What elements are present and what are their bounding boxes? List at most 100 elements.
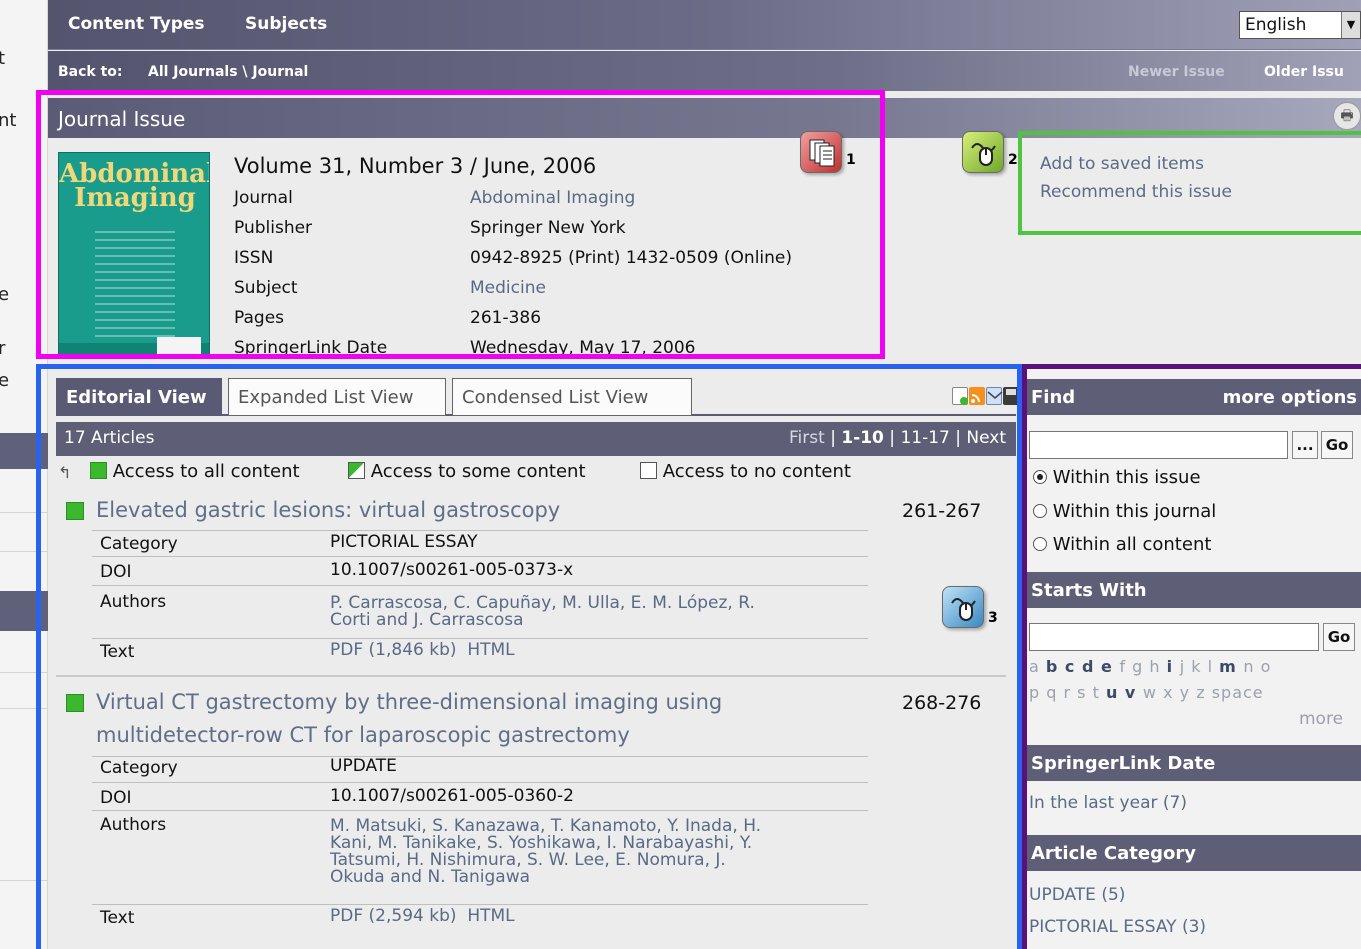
date-filter-item[interactable]: In the last year (7) <box>1029 793 1187 813</box>
letter-m[interactable]: m <box>1219 657 1243 676</box>
more-letters-link[interactable]: more <box>1299 709 1343 729</box>
rss-icon[interactable] <box>969 387 985 405</box>
view-tools <box>952 387 1019 407</box>
chevron-down-icon[interactable]: ▼ <box>1341 12 1360 38</box>
letter-space[interactable]: space <box>1212 683 1264 702</box>
breadcrumb-prefix: Back to: <box>58 64 123 80</box>
letter-t[interactable]: t <box>1093 683 1106 702</box>
letter-r[interactable]: r <box>1064 683 1078 702</box>
journal-link[interactable]: Abdominal Imaging <box>470 188 635 208</box>
radio-icon[interactable] <box>1033 504 1047 518</box>
letter-s[interactable]: s <box>1077 683 1092 702</box>
language-value: English <box>1245 15 1307 35</box>
tab-editorial-view[interactable]: Editorial View <box>56 378 222 416</box>
letter-y[interactable]: y <box>1180 683 1197 702</box>
article-pages: 261-267 <box>902 500 982 522</box>
starts-with-input[interactable] <box>1029 623 1319 651</box>
more-options-link[interactable]: more options <box>1223 387 1357 408</box>
documents-icon <box>800 131 842 173</box>
date-header: SpringerLink Date <box>1027 745 1361 781</box>
legend-none: Access to no content <box>662 461 851 482</box>
category-filter-item[interactable]: PICTORIAL ESSAY (3) <box>1029 917 1206 937</box>
current-range: 1-10 <box>841 428 884 448</box>
newer-issue-link[interactable]: Newer Issue <box>1128 64 1225 80</box>
return-arrow-icon: ↰ <box>58 463 72 482</box>
volume-title: Volume 31, Number 3 / June, 2006 <box>234 154 597 178</box>
letter-z[interactable]: z <box>1196 683 1211 702</box>
journal-issue-header: Journal Issue 🖶 <box>48 98 1361 138</box>
recommend-issue-link[interactable]: Recommend this issue <box>1040 178 1232 206</box>
left-sidebar-fragment: t nt e r e <box>0 0 48 949</box>
letter-d[interactable]: d <box>1082 657 1101 676</box>
tab-condensed-list-view[interactable]: Condensed List View <box>452 378 692 416</box>
annotation-number: 3 <box>988 610 998 626</box>
letter-q[interactable]: q <box>1046 683 1063 702</box>
mouse-pointer-icon <box>962 131 1004 173</box>
add-icon[interactable] <box>952 387 968 405</box>
letter-e[interactable]: e <box>1101 657 1119 676</box>
letter-o[interactable]: o <box>1261 657 1272 676</box>
letter-f[interactable]: f <box>1119 657 1132 676</box>
cut-off-text: e <box>0 370 10 391</box>
cut-off-text: r <box>0 338 6 359</box>
letter-g[interactable]: g <box>1132 657 1149 676</box>
letter-n[interactable]: n <box>1243 657 1260 676</box>
tab-expanded-list-view[interactable]: Expanded List View <box>228 378 446 416</box>
letter-p[interactable]: p <box>1029 683 1046 702</box>
radio-icon[interactable] <box>1033 537 1047 551</box>
breadcrumb-trail[interactable]: All Journals \ Journal <box>148 64 308 80</box>
nav-content-types[interactable]: Content Types <box>68 14 205 34</box>
add-to-saved-link[interactable]: Add to saved items <box>1040 150 1232 178</box>
article-count: 17 Articles <box>64 428 155 448</box>
letter-c[interactable]: c <box>1065 657 1082 676</box>
category-filter-item[interactable]: UPDATE (5) <box>1029 885 1125 905</box>
article-title-link[interactable]: multidetector-row CT for laparoscopic ga… <box>96 723 630 748</box>
pdf-link[interactable]: PDF (2,594 kb) <box>330 906 457 926</box>
cut-off-text: nt <box>0 110 17 131</box>
ellipsis-button[interactable]: ... <box>1292 431 1318 459</box>
view-tabs: Editorial View Expanded List View Conden… <box>56 378 1016 416</box>
letter-x[interactable]: x <box>1163 683 1180 702</box>
first-page-link[interactable]: First <box>789 428 825 448</box>
scope-within-issue[interactable]: Within this issue <box>1033 467 1201 488</box>
subject-link[interactable]: Medicine <box>470 278 546 298</box>
radio-selected-icon[interactable] <box>1033 470 1047 484</box>
next-range-link[interactable]: 11-17 <box>900 428 949 448</box>
access-legend: ↰ Access to all content Access to some c… <box>56 461 1016 487</box>
email-icon[interactable] <box>986 387 1003 405</box>
article-title-link[interactable]: Elevated gastric lesions: virtual gastro… <box>96 498 560 523</box>
cut-off-text: t <box>0 48 6 69</box>
pagination: First | 1-10 | 11-17 | Next <box>789 428 1006 448</box>
legend-some: Access to some content <box>370 461 586 482</box>
letter-k[interactable]: k <box>1191 657 1207 676</box>
scope-within-journal[interactable]: Within this journal <box>1033 501 1216 522</box>
letter-i[interactable]: i <box>1167 657 1180 676</box>
letter-index-row2: p q r s t u v w x y z space <box>1029 683 1264 702</box>
html-link[interactable]: HTML <box>467 906 514 926</box>
starts-with-go-button[interactable]: Go <box>1323 623 1355 651</box>
letter-u[interactable]: u <box>1106 683 1125 702</box>
scope-within-all[interactable]: Within all content <box>1033 534 1211 555</box>
full-access-icon <box>66 694 84 712</box>
letter-h[interactable]: h <box>1149 657 1166 676</box>
find-go-button[interactable]: Go <box>1321 431 1353 459</box>
article-title-link[interactable]: Virtual CT gastrectomy by three-dimensio… <box>96 690 722 715</box>
refine-sidebar: Find more options ... Go Within this iss… <box>1027 369 1361 949</box>
language-select[interactable]: English ▼ <box>1239 11 1361 39</box>
next-page-link[interactable]: Next <box>966 428 1006 448</box>
letter-b[interactable]: b <box>1046 657 1065 676</box>
letter-v[interactable]: v <box>1125 683 1143 702</box>
letter-j[interactable]: j <box>1180 657 1192 676</box>
journal-cover-image[interactable]: Abdominal Imaging <box>58 152 210 358</box>
letter-a[interactable]: a <box>1029 657 1046 676</box>
pdf-link[interactable]: PDF (1,846 kb) <box>330 640 457 660</box>
print-icon[interactable]: 🖶 <box>1333 102 1361 130</box>
find-search-input[interactable] <box>1029 431 1288 459</box>
nav-subjects[interactable]: Subjects <box>245 14 327 34</box>
save-icon[interactable] <box>1003 387 1019 405</box>
category-header: Article Category <box>1027 835 1361 871</box>
older-issue-link[interactable]: Older Issu <box>1264 64 1344 80</box>
letter-w[interactable]: w <box>1143 683 1163 702</box>
html-link[interactable]: HTML <box>467 640 514 660</box>
letter-l[interactable]: l <box>1208 657 1220 676</box>
